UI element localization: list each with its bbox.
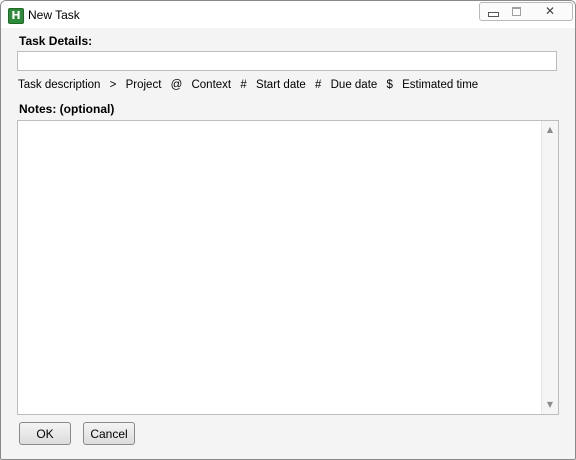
syntax-context: Context [191,79,232,91]
scroll-up-icon[interactable]: ▲ [542,122,558,138]
syntax-hint: Task description > Project @ Context # S… [18,79,484,91]
close-button[interactable]: ✕ [528,2,573,21]
cancel-button[interactable]: Cancel [83,422,135,445]
notes-box: ▲ ▼ [17,120,559,415]
syntax-project-symbol: > [109,79,117,91]
syntax-due-date-symbol: # [315,79,322,91]
syntax-project: Project [125,79,162,91]
close-icon: ✕ [544,4,556,18]
notes-label: Notes: (optional) [19,102,115,116]
maximize-button[interactable] [505,2,529,21]
scroll-down-icon[interactable]: ▼ [542,397,558,413]
maximize-icon [512,7,521,16]
syntax-start-date: Start date [255,79,306,91]
minimize-button[interactable] [479,2,507,21]
task-details-label: Task Details: [19,34,93,48]
syntax-start-date-symbol: # [240,79,247,91]
notes-textarea[interactable] [18,121,542,414]
task-details-input[interactable] [17,51,557,71]
window-title: New Task [28,8,80,22]
notes-scrollbar[interactable]: ▲ ▼ [541,121,558,414]
syntax-estimated-time: Estimated time [402,79,479,91]
syntax-estimated-time-symbol: $ [386,79,393,91]
title-bar: H New Task ✕ [1,1,575,28]
minimize-icon [488,12,499,17]
syntax-context-symbol: @ [170,79,183,91]
syntax-due-date: Due date [330,79,378,91]
syntax-task-description: Task description [18,79,101,91]
new-task-window: H New Task ✕ Task Details: Task descript… [0,0,576,460]
ok-button[interactable]: OK [19,422,71,445]
app-icon: H [8,8,24,24]
